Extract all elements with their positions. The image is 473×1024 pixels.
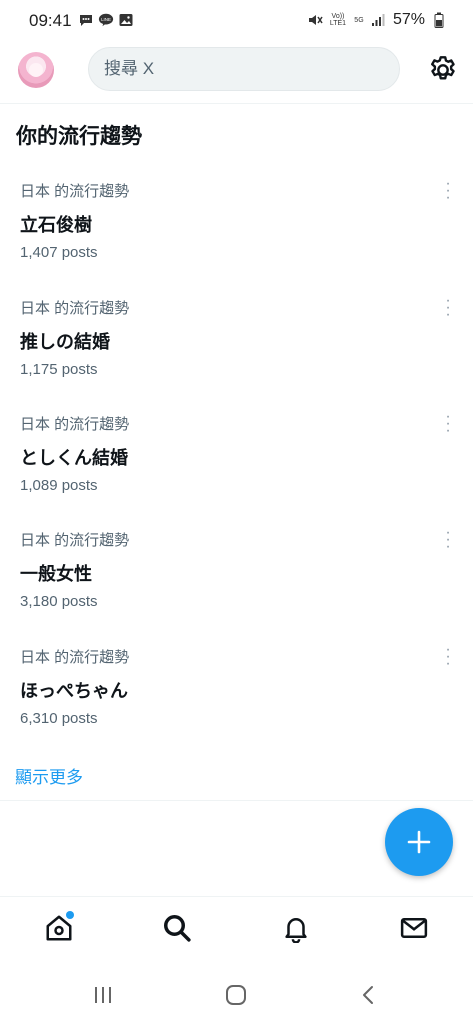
battery-icon — [431, 12, 447, 28]
mail-icon[interactable] — [399, 913, 429, 943]
trend-count: 1,175 posts — [20, 361, 98, 378]
trend-count: 1,407 posts — [20, 244, 98, 261]
recents-icon[interactable] — [92, 984, 114, 1006]
more-options-icon[interactable]: · · · — [438, 293, 458, 323]
trend-name[interactable]: 一般女性 — [20, 560, 92, 586]
trend-count: 1,089 posts — [20, 477, 98, 494]
home-notification-dot — [66, 911, 74, 919]
trend-item[interactable]: 日本 的流行趨勢 推しの結婚 1,175 posts · · · — [0, 293, 473, 413]
signal-icon — [371, 12, 387, 28]
gear-icon[interactable] — [427, 54, 459, 86]
trend-count: 3,180 posts — [20, 593, 98, 610]
trend-context: 日本 的流行趨勢 — [20, 532, 130, 549]
trend-item[interactable]: 日本 的流行趨勢 としくん結婚 1,089 posts · · · — [0, 409, 473, 529]
avatar[interactable] — [18, 52, 54, 88]
line-app-icon: LINE — [98, 12, 114, 28]
system-status-icons: Vo)) LTE1 5G 57% — [307, 11, 447, 29]
bottom-nav — [0, 897, 473, 961]
trend-context: 日本 的流行趨勢 — [20, 649, 130, 666]
back-icon[interactable] — [358, 984, 380, 1006]
status-time: 09:41 — [29, 11, 72, 30]
trend-context: 日本 的流行趨勢 — [20, 300, 130, 317]
trend-name[interactable]: としくん結婚 — [20, 444, 128, 470]
network-label: 5G — [354, 16, 364, 24]
notification-icons: LINE — [78, 12, 134, 28]
more-options-icon[interactable]: · · · — [438, 525, 458, 555]
trend-name[interactable]: ほっぺちゃん — [20, 677, 128, 703]
header-divider — [0, 103, 473, 104]
volte-label: Vo)) LTE1 — [329, 13, 347, 27]
status-bar: 09:41 LINE Vo)) LTE1 5G 57% — [0, 0, 473, 44]
top-header — [0, 44, 473, 102]
search-icon[interactable] — [162, 913, 192, 943]
search-bar[interactable] — [88, 47, 400, 91]
system-nav-bar — [0, 970, 473, 1024]
svg-text:LINE: LINE — [101, 17, 111, 22]
trend-item[interactable]: 日本 的流行趨勢 一般女性 3,180 posts · · · — [0, 525, 473, 645]
bell-icon[interactable] — [281, 913, 311, 944]
avatar-face — [29, 63, 43, 77]
home-circle-icon[interactable] — [225, 984, 247, 1006]
trend-count: 6,310 posts — [20, 710, 98, 727]
compose-button[interactable] — [385, 808, 453, 876]
more-options-icon[interactable]: · · · — [438, 642, 458, 672]
trend-name[interactable]: 立石俊樹 — [20, 211, 92, 237]
search-input[interactable] — [89, 58, 399, 80]
more-options-icon[interactable]: · · · — [438, 409, 458, 439]
trend-item[interactable]: 日本 的流行趨勢 ほっぺちゃん 6,310 posts · · · — [0, 642, 473, 762]
image-icon — [118, 12, 134, 28]
trend-context: 日本 的流行趨勢 — [20, 183, 130, 200]
section-divider — [0, 800, 473, 801]
battery-percent: 57% — [392, 11, 425, 28]
section-title: 你的流行趨勢 — [16, 125, 142, 148]
trend-context: 日本 的流行趨勢 — [20, 416, 130, 433]
plus-icon — [407, 830, 431, 854]
more-options-icon[interactable]: · · · — [438, 176, 458, 206]
trend-name[interactable]: 推しの結婚 — [20, 328, 110, 354]
mute-icon — [307, 12, 323, 28]
chat-bubble-icon — [78, 12, 94, 28]
show-more-link[interactable]: 顯示更多 — [15, 763, 83, 788]
trend-item[interactable]: 日本 的流行趨勢 立石俊樹 1,407 posts · · · — [0, 176, 473, 296]
